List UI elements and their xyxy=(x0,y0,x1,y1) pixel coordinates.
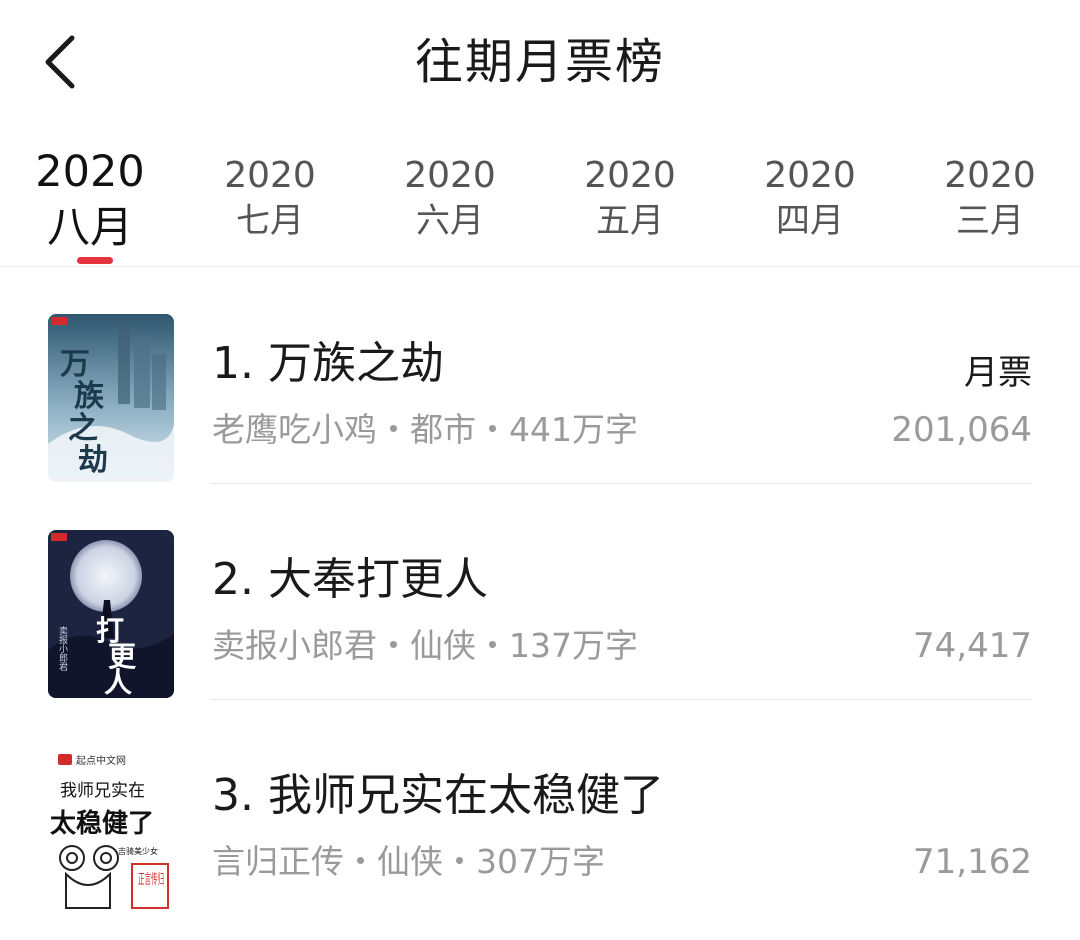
cover-title-char: 之 xyxy=(68,411,98,446)
cover-line2: 太稳健了 xyxy=(50,808,154,839)
book-title[interactable]: 1. 万族之劫 xyxy=(212,336,444,392)
tab-month: 八月 xyxy=(47,203,133,253)
book-title[interactable]: 2. 大奉打更人 xyxy=(212,552,488,608)
tab-2020-may[interactable]: 2020 五月 xyxy=(545,140,715,244)
cover-tag: 吉骑美少女 xyxy=(118,846,158,856)
tab-2020-april[interactable]: 2020 四月 xyxy=(725,140,895,244)
tab-year: 2020 xyxy=(224,155,316,196)
cover-line1: 我师兄实在 xyxy=(60,781,145,801)
tab-2020-july[interactable]: 2020 七月 xyxy=(185,140,355,244)
tab-month: 四月 xyxy=(776,201,844,241)
tab-month: 五月 xyxy=(596,201,664,241)
list-item[interactable]: 起点中文网 我师兄实在 太稳健了 吉骑美少女 正言传归 3. 我师兄实在太稳健了… xyxy=(0,700,1080,916)
monthly-vote-count: 74,417 xyxy=(913,626,1032,666)
tab-month: 六月 xyxy=(416,201,484,241)
tab-year: 2020 xyxy=(764,155,856,196)
tab-2020-march[interactable]: 2020 三月 xyxy=(905,140,1075,244)
book-cover[interactable]: 万 族 之 劫 xyxy=(48,314,174,482)
list-item[interactable]: 打 更 人 卖报小郎君 2. 大奉打更人 卖报小郎君・仙侠・137万字 74,4… xyxy=(0,484,1080,700)
cover-brand: 起点中文网 xyxy=(76,754,126,767)
book-cover-art: 万 族 之 劫 xyxy=(48,314,174,482)
tab-year: 2020 xyxy=(404,155,496,196)
cover-title-char: 族 xyxy=(74,379,105,414)
book-cover[interactable]: 起点中文网 我师兄实在 太稳健了 吉骑美少女 正言传归 xyxy=(48,746,174,914)
tab-2020-june[interactable]: 2020 六月 xyxy=(365,140,535,244)
month-tabs: 2020 八月 2020 七月 2020 六月 2020 五月 2020 四月 … xyxy=(0,140,1080,267)
cover-title-char: 劫 xyxy=(78,443,108,478)
monthly-vote-label: 月票 xyxy=(964,353,1032,393)
book-title[interactable]: 3. 我师兄实在太稳健了 xyxy=(212,768,664,824)
tab-year: 2020 xyxy=(584,155,676,196)
book-cover-art: 起点中文网 我师兄实在 太稳健了 吉骑美少女 正言传归 xyxy=(48,746,174,914)
page-title: 往期月票榜 xyxy=(414,34,665,90)
cover-title-char: 人 xyxy=(104,666,132,698)
tab-2020-august[interactable]: 2020 八月 xyxy=(5,140,175,264)
book-cover-art: 打 更 人 卖报小郎君 xyxy=(48,530,174,698)
tab-year: 2020 xyxy=(944,155,1036,196)
book-cover[interactable]: 打 更 人 卖报小郎君 xyxy=(48,530,174,698)
cover-title-char: 万 xyxy=(60,347,90,382)
list-item[interactable]: 万 族 之 劫 1. 万族之劫 老鹰吃小鸡・都市・441万字 月票 201,06… xyxy=(0,268,1080,484)
tab-month: 三月 xyxy=(956,201,1024,241)
cover-author: 卖报小郎君 xyxy=(57,626,68,672)
header: 往期月票榜 xyxy=(0,0,1080,130)
tab-month: 七月 xyxy=(236,201,304,241)
cover-seal-text: 正言传归 xyxy=(138,871,164,888)
tab-year: 2020 xyxy=(35,147,145,197)
book-meta: 言归正传・仙侠・307万字 xyxy=(212,842,605,881)
book-meta: 卖报小郎君・仙侠・137万字 xyxy=(212,626,638,665)
active-tab-indicator xyxy=(77,257,113,264)
monthly-vote-count: 201,064 xyxy=(891,410,1032,450)
monthly-vote-count: 71,162 xyxy=(913,842,1032,882)
book-meta: 老鹰吃小鸡・都市・441万字 xyxy=(212,410,638,449)
